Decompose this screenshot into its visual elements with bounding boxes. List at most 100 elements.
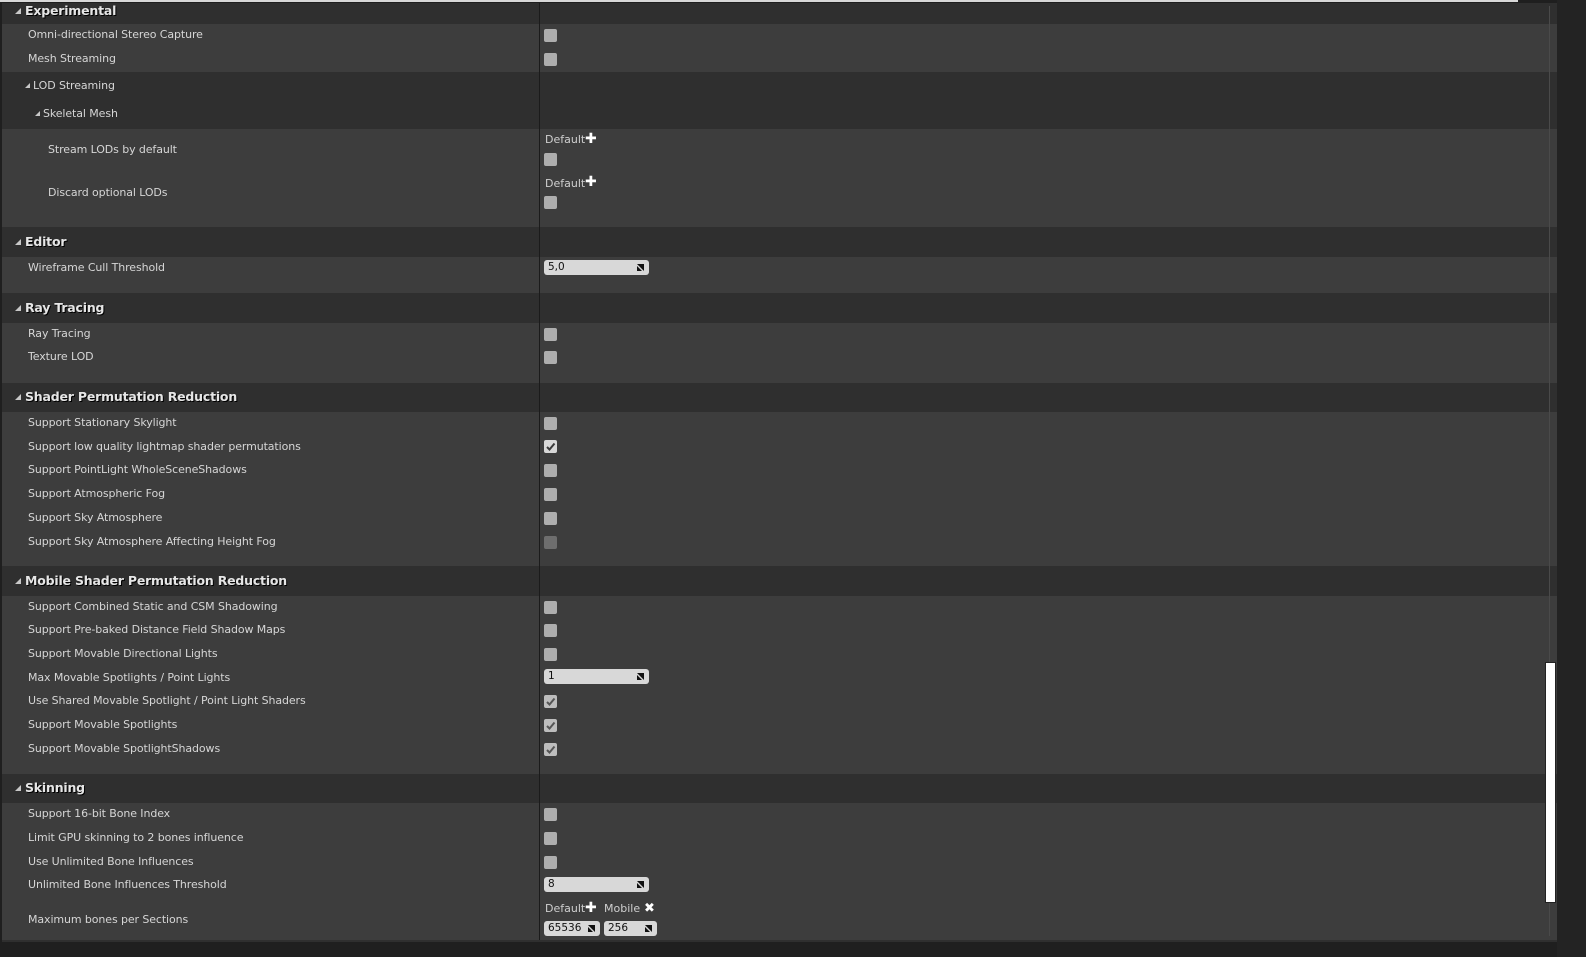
support-prebaked-df-shadow-maps-checkbox[interactable]: [544, 624, 557, 637]
category-shader-permutation-reduction[interactable]: Shader Permutation Reduction: [2, 384, 1557, 412]
category-skinning[interactable]: Skinning: [2, 775, 1557, 803]
max-bones-mobile-input[interactable]: 256: [604, 921, 657, 936]
max-movable-spotlights-input[interactable]: 1: [544, 669, 649, 684]
property-label: Stream LODs by default: [48, 143, 177, 156]
category-header-ray-tracing[interactable]: Ray Tracing: [15, 300, 104, 315]
platform-default-label: Default: [545, 177, 586, 190]
subcategory-header-lod-streaming[interactable]: LOD Streaming: [25, 79, 115, 92]
use-unlimited-bone-influences-checkbox[interactable]: [544, 856, 557, 869]
checkmark-icon: [546, 721, 556, 730]
subcategory-title: Skeletal Mesh: [43, 107, 118, 120]
add-platform-override-icon[interactable]: ✚: [585, 175, 597, 189]
property-label: Unlimited Bone Influences Threshold: [28, 878, 227, 891]
stream-lods-by-default-checkbox[interactable]: [544, 153, 557, 166]
property-label: Discard optional LODs: [48, 186, 168, 199]
category-experimental[interactable]: Experimental: [2, 3, 1557, 24]
ray-tracing-checkbox[interactable]: [544, 328, 557, 341]
subcategory-header-skeletal-mesh[interactable]: Skeletal Mesh: [35, 107, 118, 120]
property-label: Maximum bones per Sections: [28, 913, 189, 926]
category-header-experimental[interactable]: Experimental: [15, 3, 116, 18]
support-combined-static-csm-checkbox[interactable]: [544, 601, 557, 614]
property-label: Omni-directional Stereo Capture: [28, 28, 203, 41]
category-body-ray-tracing: [2, 323, 1557, 383]
expand-arrow-icon: [35, 111, 40, 116]
unlimited-bone-influences-threshold-input[interactable]: 8: [544, 877, 649, 892]
category-title: Shader Permutation Reduction: [25, 389, 238, 404]
platform-default-label: Default: [545, 133, 586, 146]
top-edge-line: [0, 0, 1518, 2]
expand-arrow-icon: [15, 305, 21, 311]
numeric-value: 256: [608, 922, 629, 934]
wireframe-cull-threshold-input[interactable]: 5,0: [544, 260, 649, 275]
support-atmospheric-fog-checkbox[interactable]: [544, 488, 557, 501]
category-title: Ray Tracing: [25, 300, 105, 315]
category-ray-tracing[interactable]: Ray Tracing: [2, 295, 1557, 323]
support-movable-directional-lights-checkbox[interactable]: [544, 648, 557, 661]
spinner-drag-icon: [637, 264, 644, 271]
support-sky-atmosphere-checkbox[interactable]: [544, 512, 557, 525]
category-title: Skinning: [25, 780, 85, 795]
support-movable-spotlight-shadows-checkbox[interactable]: [544, 743, 557, 756]
property-label: Support Sky Atmosphere Affecting Height …: [28, 535, 276, 548]
property-label: Limit GPU skinning to 2 bones influence: [28, 831, 244, 844]
texture-lod-checkbox[interactable]: [544, 351, 557, 364]
expand-arrow-icon: [25, 83, 30, 88]
max-bones-default-input[interactable]: 65536: [544, 921, 600, 936]
category-body-skinning: [2, 803, 1557, 940]
property-label: Texture LOD: [28, 350, 94, 363]
platform-mobile-label: Mobile: [604, 902, 641, 915]
category-title: Mobile Shader Permutation Reduction: [25, 573, 287, 588]
add-platform-override-icon[interactable]: ✚: [585, 132, 597, 146]
property-label: Support Movable SpotlightShadows: [28, 742, 221, 755]
limit-gpu-skinning-checkbox[interactable]: [544, 832, 557, 845]
remove-platform-override-icon[interactable]: ✖: [644, 902, 655, 915]
mesh-streaming-checkbox[interactable]: [544, 53, 557, 66]
category-body-editor: [2, 257, 1557, 293]
property-label: Support Atmospheric Fog: [28, 487, 165, 500]
spinner-drag-icon: [637, 881, 644, 888]
support-pointlight-wholesceneshadows-checkbox[interactable]: [544, 464, 557, 477]
discard-optional-lods-checkbox[interactable]: [544, 196, 557, 209]
property-label: Ray Tracing: [28, 327, 91, 340]
property-label: Support 16-bit Bone Index: [28, 807, 171, 820]
category-mobile-shader-permutation-reduction[interactable]: Mobile Shader Permutation Reduction: [2, 568, 1557, 596]
category-title: Editor: [25, 234, 67, 249]
category-header-skinning[interactable]: Skinning: [15, 780, 85, 795]
checkmark-icon: [546, 697, 556, 706]
numeric-value: 65536: [548, 922, 582, 934]
checkmark-icon: [546, 745, 556, 754]
subcategory-title: LOD Streaming: [33, 79, 115, 92]
column-splitter[interactable]: [539, 3, 540, 940]
category-body-skeletal-mesh: [2, 129, 1557, 227]
expand-arrow-icon: [15, 8, 21, 14]
property-label: Wireframe Cull Threshold: [28, 261, 165, 274]
platform-default-label: Default: [545, 902, 586, 915]
support-16bit-bone-index-checkbox[interactable]: [544, 808, 557, 821]
category-editor[interactable]: Editor: [2, 229, 1557, 257]
category-header-shader-permutation[interactable]: Shader Permutation Reduction: [15, 389, 237, 404]
expand-arrow-icon: [15, 785, 21, 791]
category-body-experimental: [2, 24, 1557, 72]
support-movable-spotlights-checkbox[interactable]: [544, 719, 557, 732]
scrollbar-thumb[interactable]: [1545, 662, 1556, 903]
right-gutter: [1557, 0, 1586, 957]
spinner-drag-icon: [588, 925, 595, 932]
support-stationary-skylight-checkbox[interactable]: [544, 417, 557, 430]
property-label: Support low quality lightmap shader perm…: [28, 440, 301, 453]
use-shared-movable-spotlight-checkbox[interactable]: [544, 695, 557, 708]
support-sky-atmosphere-height-fog-checkbox: [544, 536, 557, 549]
omni-stereo-capture-checkbox[interactable]: [544, 29, 557, 42]
support-low-quality-lightmap-checkbox[interactable]: [544, 440, 557, 453]
property-label: Max Movable Spotlights / Point Lights: [28, 671, 231, 684]
expand-arrow-icon: [15, 578, 21, 584]
expand-arrow-icon: [15, 239, 21, 245]
category-header-mobile-shader-permutation[interactable]: Mobile Shader Permutation Reduction: [15, 573, 287, 588]
category-title: Experimental: [25, 3, 117, 18]
add-platform-override-icon[interactable]: ✚: [585, 901, 597, 915]
property-label: Support Movable Spotlights: [28, 718, 178, 731]
category-header-editor[interactable]: Editor: [15, 234, 67, 249]
subcategory-lod-streaming: [2, 72, 1557, 129]
property-label: Support Movable Directional Lights: [28, 647, 218, 660]
property-label: Support PointLight WholeSceneShadows: [28, 463, 247, 476]
expand-arrow-icon: [15, 394, 21, 400]
